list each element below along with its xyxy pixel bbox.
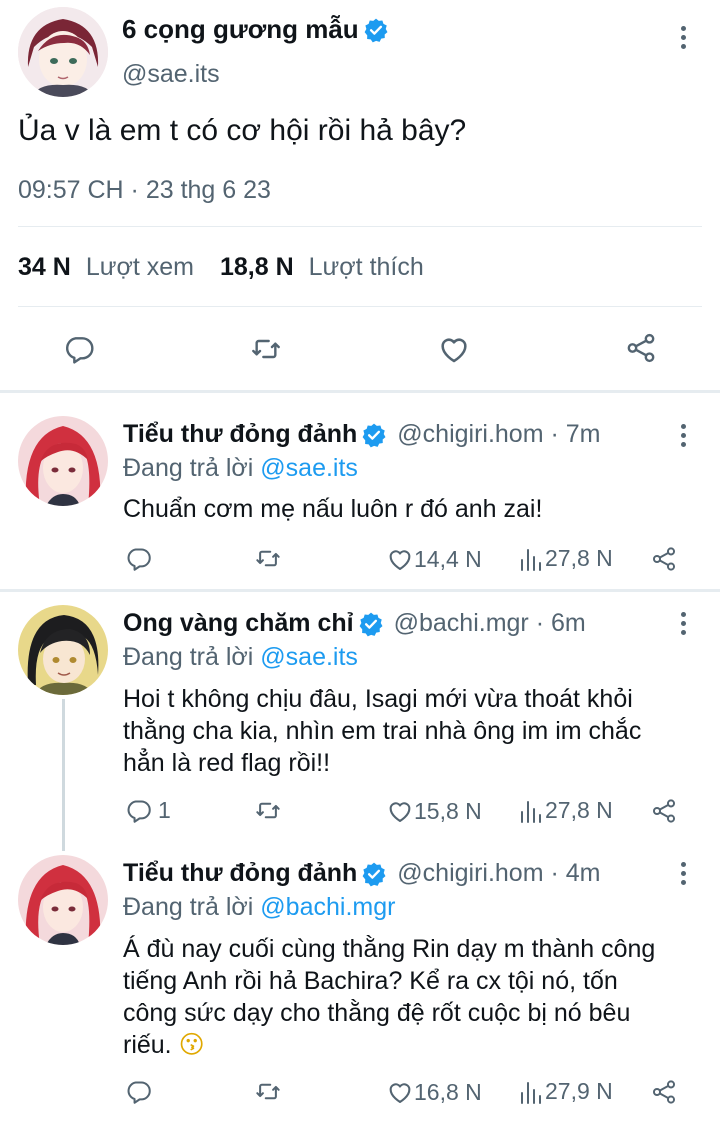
views-button[interactable]: 27,9 N bbox=[519, 1078, 613, 1105]
reply-handle-time[interactable]: @chigiri.hom · 7m bbox=[397, 420, 600, 449]
reply-icon bbox=[127, 548, 151, 571]
main-handle[interactable]: @sae.its bbox=[122, 60, 220, 89]
like-icon bbox=[389, 802, 411, 822]
avatar-bachi-art bbox=[18, 605, 108, 695]
replying-to: Đang trả lời @sae.its bbox=[123, 454, 358, 483]
replying-to: Đang trả lời @bachi.mgr bbox=[123, 893, 395, 922]
reply-text-line: riếu. 😗 bbox=[123, 1029, 655, 1061]
views-icon bbox=[521, 548, 541, 571]
reply-handle-time[interactable]: @bachi.mgr · 6m bbox=[394, 609, 586, 638]
verified-badge-icon bbox=[362, 423, 386, 447]
view-count: 27,8 N bbox=[545, 797, 613, 823]
views-count[interactable]: 34 N bbox=[18, 253, 71, 282]
reply-display-name[interactable]: Tiểu thư đỏng đảnh bbox=[123, 859, 357, 888]
share-button[interactable] bbox=[650, 545, 678, 573]
retweet-button[interactable] bbox=[253, 545, 283, 572]
reply-button[interactable]: 1 bbox=[125, 797, 171, 824]
reply-text-line: công sức dạy cho thằng đệ rốt cuộc bị nó… bbox=[123, 999, 631, 1027]
reply-display-name[interactable]: Tiểu thư đỏng đảnh bbox=[123, 420, 357, 449]
divider bbox=[18, 226, 702, 227]
reply-text-line: Á đù nay cuối cùng thằng Rin dạy m thành… bbox=[123, 935, 656, 963]
verified-badge-icon bbox=[359, 612, 383, 636]
like-icon[interactable] bbox=[437, 332, 471, 366]
replying-to-link[interactable]: @sae.its bbox=[260, 454, 358, 482]
replying-prefix: Đang trả lời bbox=[123, 454, 254, 482]
share-icon[interactable] bbox=[624, 331, 658, 365]
more-icon[interactable] bbox=[680, 26, 686, 53]
views-label[interactable]: Lượt xem bbox=[86, 253, 194, 282]
like-count: 16,8 N bbox=[414, 1078, 482, 1105]
avatar-sae[interactable] bbox=[18, 7, 108, 97]
views-icon bbox=[521, 1081, 541, 1104]
more-icon[interactable] bbox=[680, 862, 686, 889]
verified-badge-icon bbox=[364, 18, 388, 42]
thread-line bbox=[62, 699, 65, 851]
verified-badge-icon bbox=[362, 862, 386, 886]
avatar-bachi[interactable] bbox=[18, 605, 108, 695]
share-icon bbox=[652, 547, 676, 571]
view-count: 27,8 N bbox=[545, 545, 613, 571]
reply-button[interactable] bbox=[125, 1078, 157, 1105]
more-icon[interactable] bbox=[680, 424, 686, 451]
share-button[interactable] bbox=[650, 1078, 678, 1106]
replying-to-link[interactable]: @bachi.mgr bbox=[260, 893, 395, 921]
views-button[interactable]: 27,8 N bbox=[519, 797, 613, 824]
main-tweet-text: Ủa v là em t có cơ hội rồi hả bây? bbox=[18, 114, 467, 147]
reply-text-line-end: riếu. bbox=[123, 1031, 172, 1059]
avatar-chigiri[interactable] bbox=[18, 416, 108, 506]
like-button[interactable]: 15,8 N bbox=[386, 797, 482, 825]
replying-prefix: Đang trả lời bbox=[123, 643, 254, 671]
reply-text-line: tiếng Anh rồi hả Bachira? Kể ra cx tội n… bbox=[123, 967, 618, 995]
kissing-emoji-icon: 😗 bbox=[178, 1030, 205, 1059]
reply-display-name[interactable]: Ong vàng chăm chỉ bbox=[123, 609, 354, 638]
view-count: 27,9 N bbox=[545, 1078, 613, 1104]
replying-to-link[interactable]: @sae.its bbox=[260, 643, 358, 671]
reply-text-line: hẳn là red flag rồi!! bbox=[123, 749, 331, 777]
likes-label[interactable]: Lượt thích bbox=[309, 253, 424, 282]
reply-text: Chuẩn cơm mẹ nấu luôn r đó anh zai! bbox=[123, 495, 543, 523]
retweet-icon bbox=[256, 550, 280, 567]
share-icon bbox=[652, 1080, 676, 1104]
section-divider bbox=[0, 589, 720, 592]
reply-icon[interactable] bbox=[63, 333, 95, 365]
reply-text: Hoi t không chịu đâu, Isagi mới vừa thoá… bbox=[123, 683, 641, 779]
reply-icon bbox=[127, 800, 151, 823]
retweet-icon bbox=[256, 1083, 280, 1100]
avatar-chigiri[interactable] bbox=[18, 855, 108, 945]
avatar-chigiri-art bbox=[18, 416, 108, 506]
more-icon[interactable] bbox=[680, 612, 686, 639]
like-count: 14,4 N bbox=[414, 545, 482, 572]
like-icon bbox=[389, 550, 411, 570]
main-display-name[interactable]: 6 cọng gương mẫu bbox=[122, 14, 359, 45]
reply-text-line: thằng cha kia, nhìn em trai nhà ông im i… bbox=[123, 717, 642, 745]
reply-handle-time[interactable]: @chigiri.hom · 4m bbox=[397, 859, 600, 888]
views-icon bbox=[521, 800, 541, 823]
like-count: 15,8 N bbox=[414, 797, 482, 824]
reply-icon bbox=[127, 1081, 151, 1104]
reply-text-line: Hoi t không chịu đâu, Isagi mới vừa thoá… bbox=[123, 685, 633, 713]
like-button[interactable]: 14,4 N bbox=[386, 545, 482, 573]
likes-count[interactable]: 18,8 N bbox=[220, 253, 294, 282]
retweet-icon bbox=[256, 802, 280, 819]
like-button[interactable]: 16,8 N bbox=[386, 1078, 482, 1106]
reply-text: Á đù nay cuối cùng thằng Rin dạy m thành… bbox=[123, 933, 655, 1061]
divider bbox=[18, 306, 702, 307]
replying-prefix: Đang trả lời bbox=[123, 893, 254, 921]
reply-button[interactable] bbox=[125, 545, 157, 572]
share-button[interactable] bbox=[650, 797, 678, 825]
reply-count: 1 bbox=[158, 797, 171, 823]
main-tweet-timestamp[interactable]: 09:57 CH · 23 thg 6 23 bbox=[18, 176, 271, 205]
retweet-button[interactable] bbox=[253, 797, 283, 824]
views-button[interactable]: 27,8 N bbox=[519, 545, 613, 572]
share-icon bbox=[652, 799, 676, 823]
section-divider bbox=[0, 390, 720, 393]
retweet-icon[interactable] bbox=[248, 333, 284, 365]
avatar-sae-art bbox=[18, 7, 108, 97]
retweet-button[interactable] bbox=[253, 1078, 283, 1105]
like-icon bbox=[389, 1083, 411, 1103]
replying-to: Đang trả lời @sae.its bbox=[123, 643, 358, 672]
tweet-stats: 34 N Lượt xem 18,8 N Lượt thích bbox=[18, 253, 424, 282]
avatar-chigiri-art bbox=[18, 855, 108, 945]
